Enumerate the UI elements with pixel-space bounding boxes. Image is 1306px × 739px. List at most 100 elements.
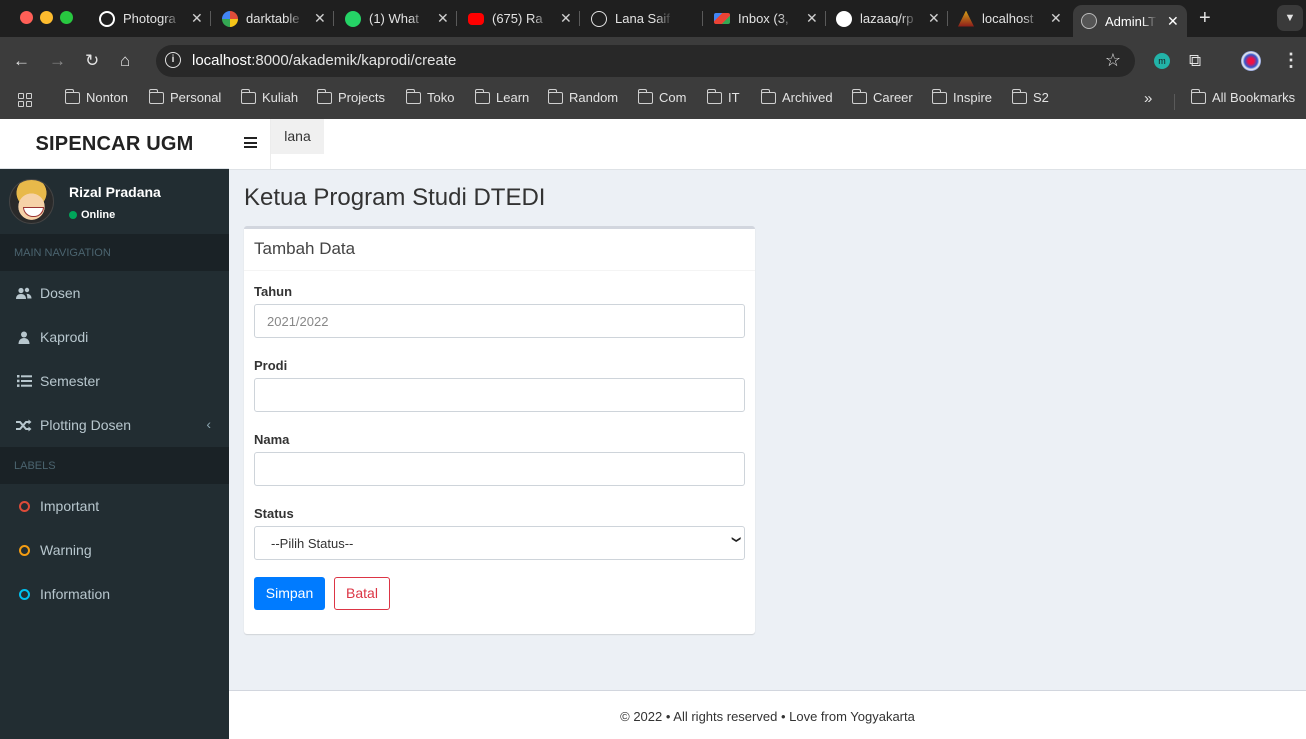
site-info-icon[interactable]: i	[165, 52, 181, 68]
sidebar-label-warning[interactable]: Warning	[0, 528, 229, 572]
tahun-input[interactable]	[254, 304, 745, 338]
folder-icon	[851, 88, 867, 104]
browser-tab-active[interactable]: AdminLT ✕	[1073, 5, 1187, 37]
url-text[interactable]: localhost:8000/akademik/kaprodi/create	[192, 52, 456, 69]
close-tab-icon[interactable]: ✕	[1167, 13, 1179, 30]
more-bookmarks-button[interactable]: »	[1144, 90, 1152, 107]
sidebar-item-kaprodi[interactable]: Kaprodi	[0, 315, 229, 359]
chevron-left-icon: ‹	[206, 416, 211, 432]
user-icon	[16, 331, 32, 344]
browser-tab-strip: Photogra ✕ darktable ✕ (1) What ✕ (675) …	[0, 0, 1306, 37]
sidebar-item-semester[interactable]: Semester	[0, 359, 229, 403]
browser-tab[interactable]: darktable ✕	[222, 5, 326, 32]
folder-icon	[474, 88, 490, 104]
folder-icon	[547, 88, 563, 104]
close-tab-icon[interactable]: ✕	[1050, 10, 1062, 27]
bookmark-star-icon[interactable]: ☆	[1105, 50, 1121, 71]
browser-tab[interactable]: Inbox (3, ✕	[714, 5, 818, 32]
bookmark-folder[interactable]: IT	[706, 88, 740, 105]
bookmark-folder[interactable]: Archived	[760, 88, 833, 105]
apps-grid-icon[interactable]	[18, 93, 32, 107]
tab-search-button[interactable]: ▼	[1277, 5, 1303, 31]
sidebar-toggle-button[interactable]	[229, 119, 271, 169]
nama-label: Nama	[254, 432, 290, 447]
top-navbar: lana	[229, 119, 1306, 170]
browser-tab[interactable]: lazaaq/rp ✕	[836, 5, 940, 32]
sidebar-label-important[interactable]: Important	[0, 484, 229, 528]
browser-tab[interactable]: (675) Ra ✕	[468, 5, 572, 32]
sidebar: Rizal Pradana Online MAIN NAVIGATION Dos…	[0, 169, 229, 739]
close-tab-icon[interactable]: ✕	[928, 10, 940, 27]
status-label: Status	[254, 506, 294, 521]
nama-input[interactable]	[254, 452, 745, 486]
sidebar-label-information[interactable]: Information	[0, 572, 229, 616]
prodi-input[interactable]	[254, 378, 745, 412]
bookmark-folder[interactable]: Com	[637, 88, 686, 105]
back-icon[interactable]: ←	[13, 51, 30, 71]
reload-icon[interactable]: ↻	[85, 51, 99, 71]
whatsapp-icon	[345, 10, 361, 27]
status-select[interactable]: --Pilih Status-- ❮	[254, 526, 745, 560]
list-icon	[16, 375, 32, 387]
bookmark-folder[interactable]: Toko	[405, 88, 454, 105]
puzzle-extensions-icon[interactable]: ⧉	[1189, 51, 1201, 71]
browser-tab[interactable]: Photogra ✕	[99, 5, 203, 32]
bookmark-folder[interactable]: Learn	[474, 88, 529, 105]
close-tab-icon[interactable]: ✕	[314, 10, 326, 27]
github-icon	[836, 10, 852, 27]
window-zoom-button[interactable]	[60, 11, 73, 24]
browser-menu-icon[interactable]: ⋮	[1282, 50, 1300, 71]
window-close-button[interactable]	[20, 11, 33, 24]
section-header-labels: LABELS	[0, 447, 229, 484]
browser-tab[interactable]: Lana Saif	[591, 5, 673, 32]
bookmark-folder[interactable]: Projects	[316, 88, 385, 105]
browser-toolbar: ← → ↻ ⌂ i localhost:8000/akademik/kaprod…	[0, 37, 1306, 85]
browser-tab[interactable]: (1) What ✕	[345, 5, 449, 32]
sidebar-item-plotting-dosen[interactable]: Plotting Dosen ‹	[0, 403, 229, 447]
brand-logo[interactable]: SIPENCAR UGM	[0, 119, 229, 169]
bookmark-folder[interactable]: Inspire	[931, 88, 992, 105]
ugm-icon	[958, 10, 974, 27]
bookmark-folder[interactable]: Kuliah	[240, 88, 298, 105]
close-tab-icon[interactable]: ✕	[806, 10, 818, 27]
close-tab-icon[interactable]: ✕	[191, 10, 203, 27]
window-minimize-button[interactable]	[40, 11, 53, 24]
browser-tab[interactable]: localhost ✕	[958, 5, 1062, 32]
save-button[interactable]: Simpan	[254, 577, 325, 610]
folder-icon	[760, 88, 776, 104]
close-tab-icon[interactable]: ✕	[560, 10, 572, 27]
folder-icon	[1190, 88, 1206, 104]
bookmark-folder[interactable]: Personal	[148, 88, 221, 105]
folder-icon	[240, 88, 256, 104]
close-tab-icon[interactable]: ✕	[437, 10, 449, 27]
extension-icon[interactable]: m	[1154, 53, 1170, 69]
circle-red-icon	[18, 500, 30, 512]
folder-icon	[316, 88, 332, 104]
avatar	[9, 179, 54, 224]
folder-icon	[1011, 88, 1027, 104]
tahun-label: Tahun	[254, 284, 293, 299]
user-menu-tab[interactable]: lana	[271, 119, 324, 154]
forward-icon[interactable]: →	[49, 51, 66, 71]
bookmark-folder[interactable]: S2	[1011, 88, 1049, 105]
folder-icon	[148, 88, 164, 104]
sidebar-item-dosen[interactable]: Dosen	[0, 271, 229, 315]
profile-avatar[interactable]	[1241, 51, 1261, 71]
home-icon[interactable]: ⌂	[120, 51, 130, 71]
circle-aqua-icon	[18, 588, 30, 600]
cancel-button[interactable]: Batal	[334, 577, 390, 610]
bookmark-folder[interactable]: Nonton	[64, 88, 128, 105]
users-icon	[16, 287, 32, 300]
form-card: Tambah Data Tahun Prodi Nama Status --Pi…	[244, 226, 755, 634]
folder-icon	[405, 88, 421, 104]
folder-icon	[64, 88, 80, 104]
folder-icon	[931, 88, 947, 104]
bookmark-folder[interactable]: Random	[547, 88, 618, 105]
address-bar[interactable]: i localhost:8000/akademik/kaprodi/create…	[156, 45, 1135, 77]
bookmark-folder[interactable]: Career	[851, 88, 913, 105]
page-title: Ketua Program Studi DTEDI	[244, 184, 546, 211]
card-header: Tambah Data	[244, 229, 755, 271]
all-bookmarks-button[interactable]: All Bookmarks	[1190, 88, 1295, 105]
gmail-icon	[714, 13, 730, 24]
new-tab-button[interactable]: +	[1199, 7, 1211, 30]
